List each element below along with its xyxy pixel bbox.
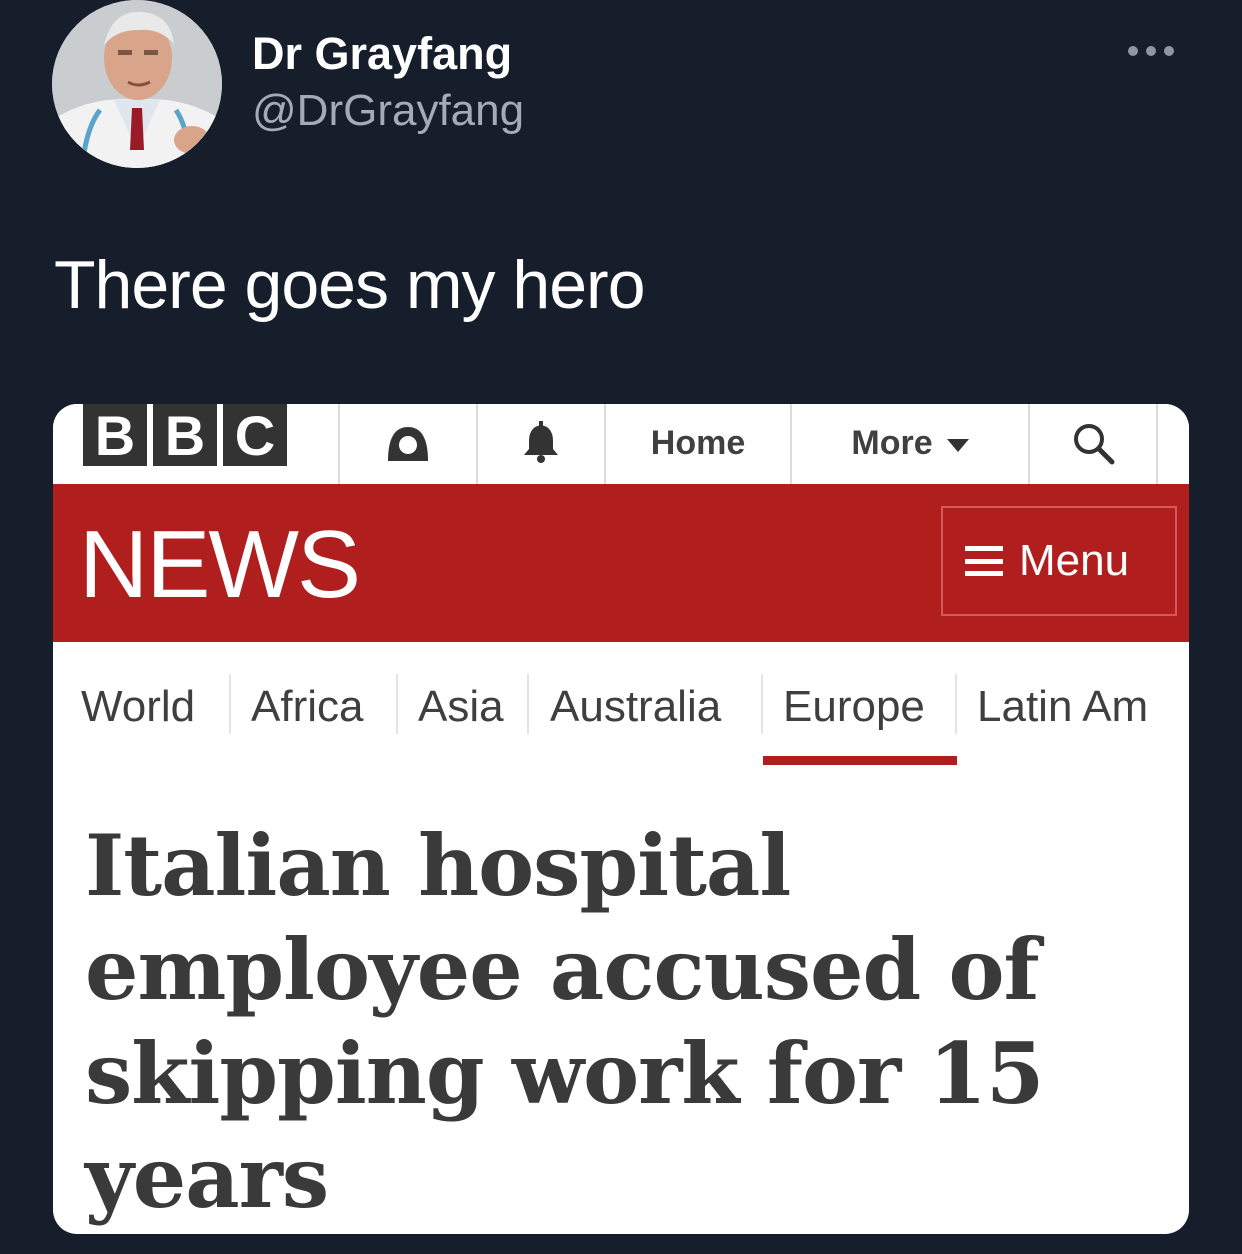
subnav-divider <box>955 674 957 734</box>
news-banner: NEWS Menu <box>53 484 1189 642</box>
bell-icon <box>524 421 558 463</box>
more-dropdown[interactable]: More <box>792 404 1028 482</box>
region-subnav: World Africa Asia Australia Europe Latin… <box>53 642 1189 772</box>
news-section-title[interactable]: NEWS <box>79 510 361 620</box>
bbc-logo[interactable]: B B C <box>83 404 287 467</box>
user-handle[interactable]: @DrGrayfang <box>252 86 524 136</box>
attached-image-bbc-screenshot[interactable]: B B C Home More NEWS Menu World Africa A… <box>53 404 1189 1234</box>
account-icon <box>388 427 428 461</box>
chevron-down-icon <box>946 438 969 452</box>
subnav-divider <box>396 674 398 734</box>
search-button[interactable] <box>1030 404 1156 482</box>
menu-button[interactable]: Menu <box>941 506 1177 616</box>
subnav-item-europe[interactable]: Europe <box>783 682 925 732</box>
home-label: Home <box>650 423 746 462</box>
dot <box>1128 46 1138 56</box>
subnav-divider <box>761 674 763 734</box>
display-name[interactable]: Dr Grayfang <box>252 28 512 80</box>
account-button[interactable] <box>340 404 476 482</box>
notifications-button[interactable] <box>478 404 604 482</box>
more-label: More <box>851 423 933 462</box>
dot <box>1164 46 1174 56</box>
tweet-text: There goes my hero <box>54 247 646 323</box>
bbc-logo-letter: B <box>153 404 217 467</box>
hamburger-icon <box>965 546 1003 576</box>
menu-label: Menu <box>1019 536 1130 585</box>
tweet-header: Dr Grayfang @DrGrayfang <box>0 0 1242 200</box>
doctor-portrait-icon <box>52 0 222 168</box>
subnav-item-asia[interactable]: Asia <box>418 682 504 732</box>
bbc-logo-letter: B <box>83 404 147 467</box>
subnav-item-australia[interactable]: Australia <box>550 682 721 732</box>
subnav-item-africa[interactable]: Africa <box>251 682 363 732</box>
avatar[interactable] <box>52 0 222 168</box>
bbc-top-nav: B B C Home More <box>53 404 1189 484</box>
home-link[interactable]: Home <box>606 404 790 482</box>
more-options-icon[interactable] <box>1128 36 1188 66</box>
active-tab-indicator <box>763 756 957 765</box>
subnav-divider <box>229 674 231 734</box>
search-icon <box>1074 424 1115 465</box>
nav-divider <box>1156 404 1158 484</box>
bbc-logo-letter: C <box>223 404 287 467</box>
article-headline[interactable]: Italian hospital employee accused of ski… <box>85 814 1145 1230</box>
subnav-divider <box>527 674 529 734</box>
subnav-item-latin-america[interactable]: Latin Am <box>977 682 1148 732</box>
dot <box>1146 46 1156 56</box>
subnav-item-world[interactable]: World <box>81 682 195 732</box>
